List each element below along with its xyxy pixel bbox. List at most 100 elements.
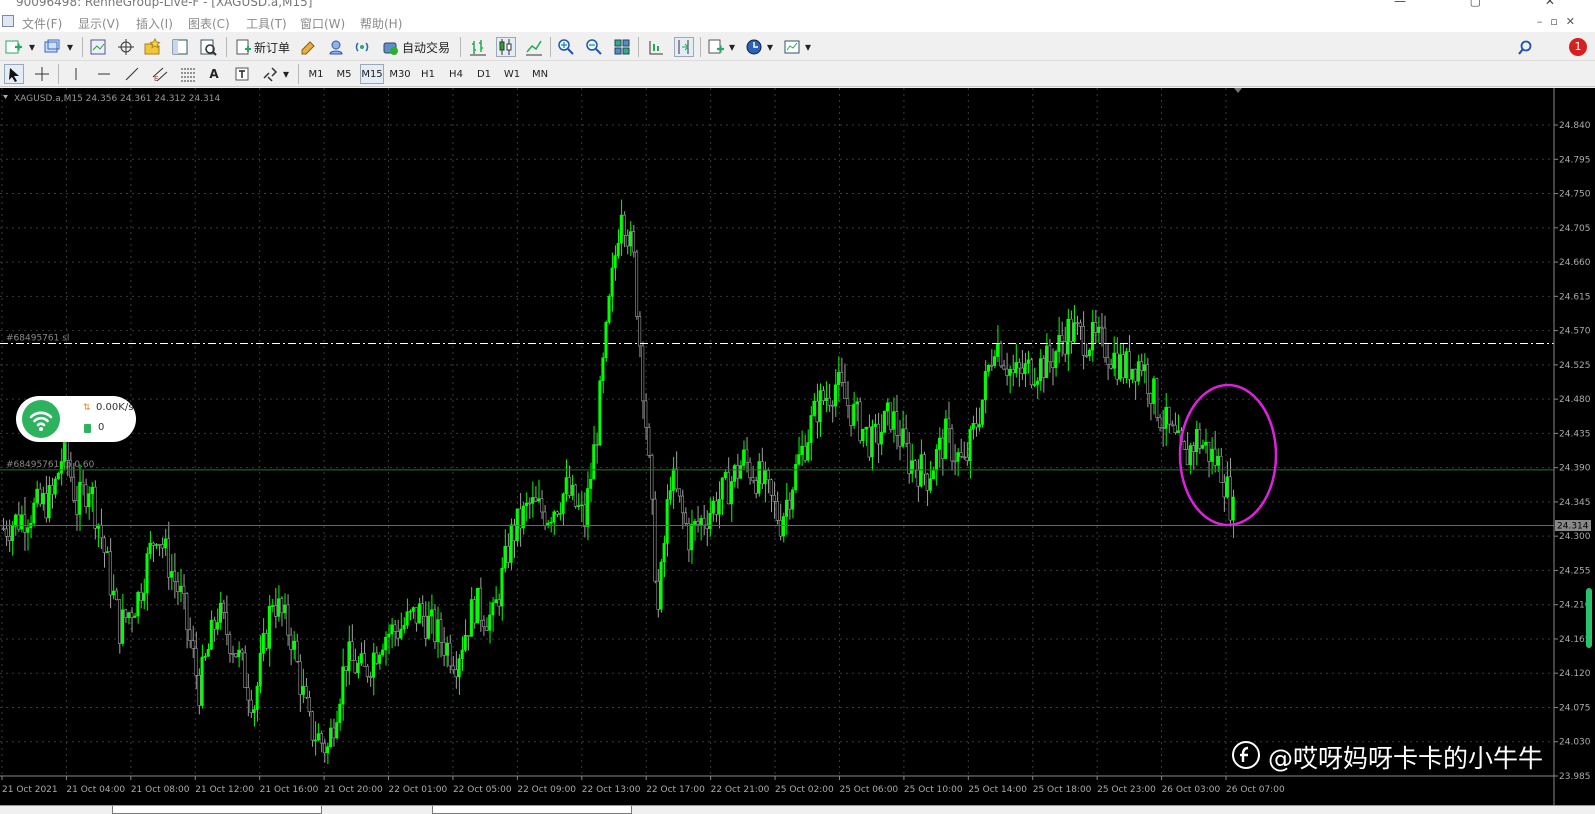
menu-insert[interactable]: 插入(I): [136, 15, 173, 32]
candle-body: [1011, 369, 1015, 374]
candle-body: [803, 445, 807, 461]
new-chart-icon[interactable]: [4, 37, 24, 57]
line-chart-icon[interactable]: [524, 37, 544, 57]
timeframe-d1[interactable]: D1: [472, 64, 496, 84]
radio-signal-icon[interactable]: [352, 37, 372, 57]
profiles-icon[interactable]: [42, 37, 62, 57]
candle-body: [485, 626, 489, 631]
timeframe-mn[interactable]: MN: [528, 64, 552, 84]
chart-shift-icon[interactable]: [674, 37, 694, 57]
chevron-down-icon[interactable]: ▾: [282, 64, 290, 84]
horizontal-line-icon[interactable]: [94, 64, 114, 84]
candle-body: [1, 528, 5, 530]
candle-body: [619, 214, 623, 244]
chevron-down-icon[interactable]: ▾: [728, 37, 736, 57]
crosshair-data-window-icon[interactable]: [116, 37, 136, 57]
strategy-tester-icon[interactable]: [198, 37, 218, 57]
indicators-icon[interactable]: [706, 37, 726, 57]
new-order-button[interactable]: 新订单: [232, 37, 294, 57]
symbol-info: XAGUSD.a,M15 24.356 24.361 24.312 24.314: [14, 94, 221, 104]
candle-body: [1121, 354, 1125, 379]
zoom-out-icon[interactable]: [584, 37, 604, 57]
candle-body: [93, 486, 97, 529]
timeframe-m30[interactable]: M30: [388, 64, 412, 84]
equidistant-channel-icon[interactable]: E: [150, 64, 170, 84]
chevron-down-icon[interactable]: ▾: [804, 37, 812, 57]
candle-body: [72, 476, 76, 501]
candle-body: [1142, 364, 1147, 372]
chart-menu-triangle-icon[interactable]: [3, 95, 8, 99]
menu-tools[interactable]: 工具(T): [246, 15, 287, 32]
chevron-down-icon[interactable]: ▾: [66, 37, 74, 57]
candle-body: [882, 410, 886, 433]
candle-body: [717, 498, 721, 515]
candle-body: [457, 658, 461, 678]
periods-clock-icon[interactable]: [744, 37, 764, 57]
price-chart[interactable]: #68495761 sl #68495761 tp 0.60 XAGUSD.a,…: [0, 88, 1595, 805]
zoom-in-icon[interactable]: [556, 37, 576, 57]
candle-body: [757, 461, 761, 494]
cursor-icon[interactable]: [4, 64, 24, 84]
scrollbar-indicator[interactable]: [1586, 588, 1592, 648]
trendline-icon[interactable]: [122, 64, 142, 84]
chevron-down-icon[interactable]: ▾: [28, 37, 36, 57]
search-icon[interactable]: [1515, 38, 1535, 58]
candle-body: [503, 545, 507, 569]
timeframe-h4[interactable]: H4: [444, 64, 468, 84]
candle-body: [1149, 393, 1153, 404]
timeframe-m5[interactable]: M5: [332, 64, 356, 84]
timeframe-m1[interactable]: M1: [304, 64, 328, 84]
menu-chart[interactable]: 图表(C): [188, 15, 230, 32]
terminal-icon[interactable]: [170, 37, 190, 57]
window-controls[interactable]: — ▢ ✕: [1394, 0, 1585, 8]
candlestick-chart-icon[interactable]: [496, 37, 516, 57]
notification-badge[interactable]: 1: [1569, 38, 1587, 56]
candle-body: [1133, 368, 1137, 382]
network-speed-widget[interactable]: ⇅ 0.00K/s 0: [16, 396, 136, 442]
market-watch-icon[interactable]: [88, 37, 108, 57]
candle-body: [794, 463, 798, 491]
menu-file[interactable]: 文件(F): [22, 15, 62, 32]
timeframe-w1[interactable]: W1: [500, 64, 524, 84]
candle-body: [423, 615, 427, 639]
templates-icon[interactable]: [782, 37, 802, 57]
chart-canvas[interactable]: #68495761 sl #68495761 tp 0.60 XAGUSD.a,…: [0, 88, 1595, 805]
shift-marker-icon[interactable]: [1234, 88, 1242, 93]
y-tick-label: 24.795: [1559, 155, 1591, 165]
chevron-down-icon[interactable]: ▾: [766, 37, 774, 57]
time-axis: 21 Oct 2021 21 Oct 04:00 21 Oct 08:00 21 Oc…: [0, 775, 1554, 795]
candle-body: [384, 636, 388, 651]
candle-body: [641, 345, 645, 402]
menu-view[interactable]: 显示(V): [78, 15, 120, 32]
menu-window[interactable]: 窗口(W): [300, 15, 345, 32]
candle-body: [124, 609, 128, 618]
timeframe-m15[interactable]: M15: [360, 64, 384, 84]
menu-help[interactable]: 帮助(H): [360, 15, 402, 32]
arrows-shapes-icon[interactable]: [260, 64, 280, 84]
candle-body: [166, 538, 170, 578]
timeframe-h1[interactable]: H1: [416, 64, 440, 84]
candle-body: [169, 571, 174, 578]
fibonacci-icon[interactable]: [178, 64, 198, 84]
bar-chart-icon[interactable]: [468, 37, 488, 57]
mdi-window-controls[interactable]: –▫✕: [1537, 15, 1583, 28]
candle-body: [509, 524, 513, 563]
tile-windows-icon[interactable]: [612, 37, 632, 57]
candle-body: [726, 472, 730, 505]
navigator-icon[interactable]: [142, 37, 162, 57]
text-tool-icon[interactable]: A: [206, 64, 222, 84]
auto-trading-button[interactable]: 自动交易: [380, 37, 452, 57]
candle-body: [1173, 424, 1177, 433]
candle-body: [561, 493, 565, 514]
auto-scroll-icon[interactable]: [646, 37, 666, 57]
text-label-icon[interactable]: [232, 64, 252, 84]
candle-body: [885, 402, 890, 412]
y-tick-label: 24.120: [1559, 669, 1591, 679]
signals-icon[interactable]: [326, 37, 346, 57]
metaeditor-icon[interactable]: [298, 37, 318, 57]
candle-body: [1124, 351, 1128, 379]
vertical-line-icon[interactable]: [66, 64, 86, 84]
candle-body: [601, 357, 605, 382]
crosshair-icon[interactable]: [32, 64, 52, 84]
candle-body: [812, 400, 816, 416]
